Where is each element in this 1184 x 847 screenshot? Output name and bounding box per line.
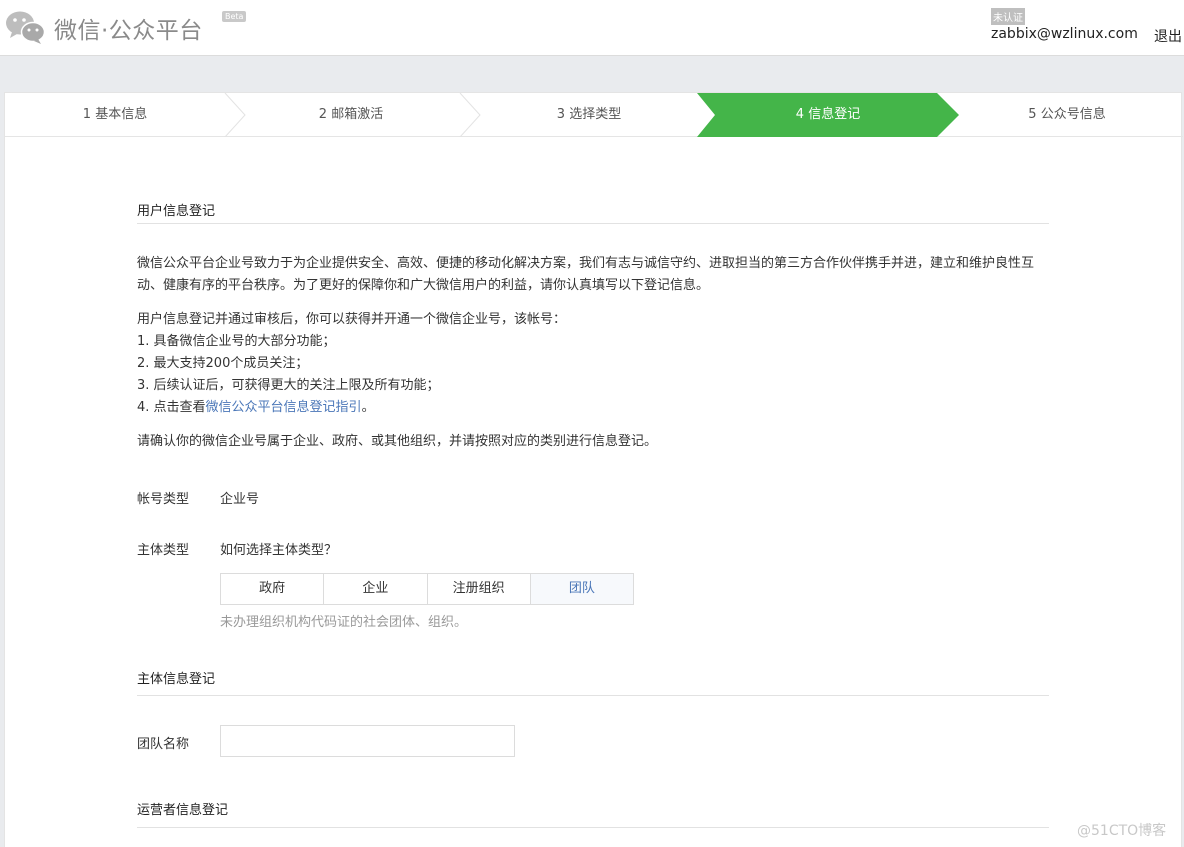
- divider: [137, 695, 1049, 696]
- subject-info-title: 主体信息登记: [137, 672, 216, 687]
- status-badge: 未认证: [991, 8, 1025, 25]
- step-5: 5 公众号信息: [1028, 107, 1106, 122]
- subject-option-team[interactable]: 团队: [530, 574, 633, 604]
- account-type-value: 企业号: [220, 492, 260, 507]
- subject-option-government[interactable]: 政府: [221, 574, 325, 604]
- subject-option-registered-org[interactable]: 注册组织: [428, 574, 531, 604]
- brand-title: 微信·公众平台: [54, 18, 203, 44]
- benefit-item-1: 1. 具备微信企业号的大部分功能；: [137, 334, 336, 349]
- benefit-item-3: 3. 后续认证后，可获得更大的关注上限及所有功能；: [137, 378, 440, 393]
- confirm-paragraph: 请确认你的微信企业号属于企业、政府、或其他组织，并请按照对应的类别进行信息登记。: [137, 434, 658, 449]
- benefit-item-4-suffix: 。: [361, 400, 375, 415]
- divider: [137, 223, 1049, 224]
- benefit-item-2: 2. 最大支持200个成员关注；: [137, 356, 309, 371]
- subject-type-label: 主体类型: [137, 543, 190, 558]
- account-email: zabbix@wzlinux.com: [991, 26, 1138, 42]
- intro-paragraph: 微信公众平台企业号致力于为企业提供安全、高效、便捷的移动化解决方案，我们有志与诚…: [137, 256, 1035, 293]
- divider: [137, 827, 1049, 828]
- registration-guide-link[interactable]: 微信公众平台信息登记指引: [206, 400, 362, 415]
- operator-info-title: 运营者信息登记: [137, 803, 229, 818]
- step-3: 3 选择类型: [556, 107, 622, 122]
- team-name-input[interactable]: [220, 725, 515, 757]
- step-4-active: 4 信息登记: [795, 107, 861, 122]
- benefit-item-4-prefix: 4. 点击查看: [137, 400, 206, 415]
- step-progress-bar: 1 基本信息 2 邮箱激活 3 选择类型 4 信息登记 5 公众号信息: [5, 93, 1183, 137]
- step-1: 1 基本信息: [82, 107, 148, 122]
- registration-panel: 1 基本信息 2 邮箱激活 3 选择类型 4 信息登记 5 公众号信息 用户信息…: [4, 92, 1183, 847]
- subject-type-hint: 未办理组织机构代码证的社会团体、组织。: [220, 615, 468, 630]
- account-type-label: 帐号类型: [137, 492, 190, 507]
- user-info-title: 用户信息登记: [137, 204, 216, 219]
- subject-type-help-link[interactable]: 如何选择主体类型？: [220, 539, 337, 558]
- watermark: @51CTO博客: [1077, 823, 1167, 839]
- benefits-intro: 用户信息登记并通过审核后，你可以获得并开通一个微信企业号，该帐号：: [137, 312, 567, 327]
- beta-badge: Beta: [222, 11, 247, 22]
- benefit-item-4: 4. 点击查看微信公众平台信息登记指引。: [137, 397, 1049, 419]
- team-name-label: 团队名称: [137, 737, 190, 752]
- wechat-icon[interactable]: [4, 9, 46, 45]
- subject-type-selector: 政府 企业 注册组织 团队: [220, 573, 634, 605]
- top-bar: 微信·公众平台 Beta 未认证 zabbix@wzlinux.com 退出: [0, 0, 1184, 56]
- subject-option-enterprise[interactable]: 企业: [324, 574, 428, 604]
- logout-link[interactable]: 退出: [1154, 26, 1182, 46]
- step-2: 2 邮箱激活: [318, 107, 384, 122]
